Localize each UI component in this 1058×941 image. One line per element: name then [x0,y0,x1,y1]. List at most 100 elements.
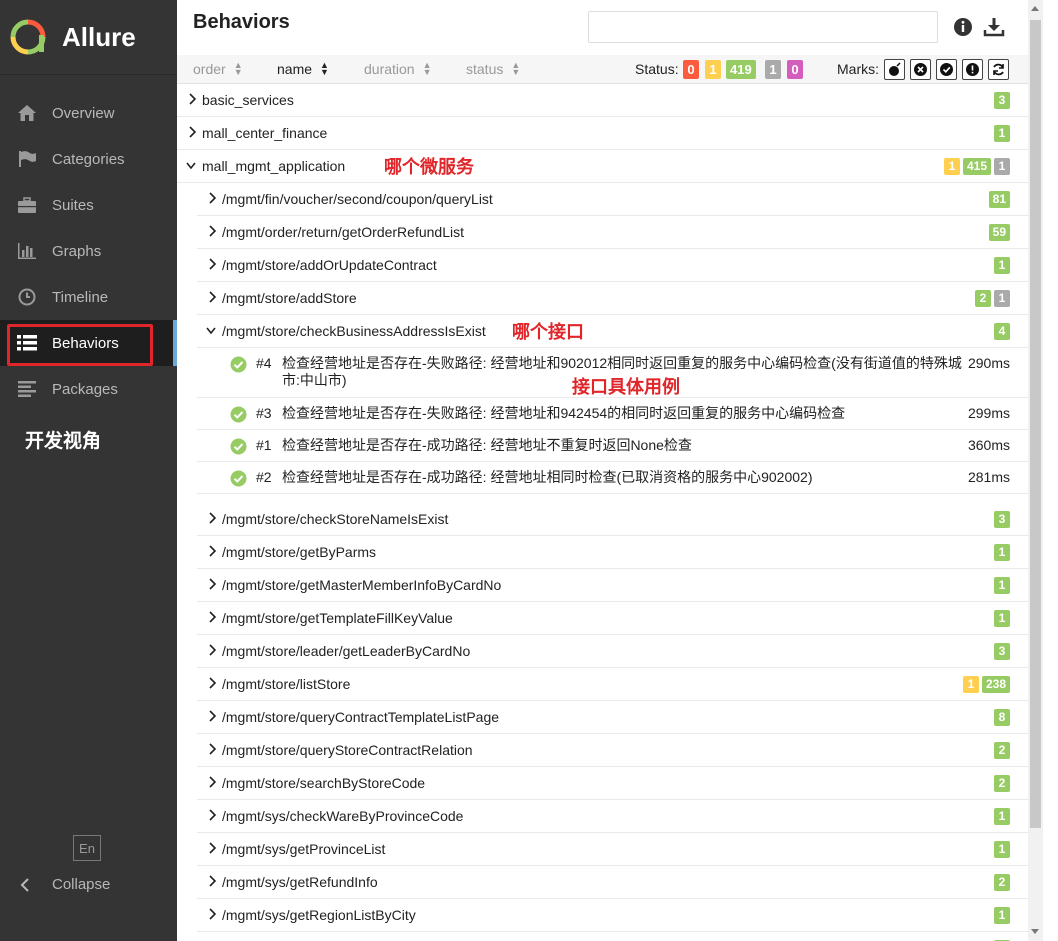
group-label: mall_center_finance [202,125,328,141]
marks-label: Marks: [837,61,879,77]
sort-label: order [193,61,226,77]
sort-label: duration [364,61,415,77]
chevron-down-icon [186,162,196,170]
sidebar-item-label: Categories [52,150,125,168]
passed-check-icon [230,470,247,487]
chevron-right-icon [209,512,217,524]
info-icon[interactable] [952,16,974,38]
sidebar-item-timeline[interactable]: Timeline [0,274,177,320]
status-filter-broken[interactable]: 1 [705,60,721,79]
chevron-right-icon [189,93,197,105]
home-icon [16,103,38,123]
status-filter-failed[interactable]: 0 [683,60,699,79]
endpoint-badges: 1 238 [962,676,1010,693]
passed-check-icon [230,406,247,423]
count-badge-passed: 3 [994,643,1010,660]
status-filter-passed[interactable]: 419 [726,60,756,79]
mark-flaky-icon[interactable] [884,59,905,80]
status-filter-unknown[interactable]: 0 [787,60,803,79]
scroll-thumb[interactable] [1030,20,1041,828]
tree-endpoint-row[interactable]: /mgmt/store/checkBusinessAddressIsExist 哪… [197,315,1028,348]
tree-endpoint-row[interactable]: /mgmt/store/addStore 2 1 [197,282,1028,315]
chevron-right-icon [209,644,217,656]
endpoint-badges: 81 [988,191,1010,208]
chevron-left-icon [20,877,29,892]
collapse-button[interactable]: Collapse [20,876,110,893]
tree-endpoint-row[interactable]: /mgmt/store/searchByStoreCode 2 [197,767,1028,800]
vertical-scrollbar[interactable] [1028,0,1043,941]
language-button[interactable]: En [73,835,101,861]
tree-endpoint-row[interactable]: /mgmt/sys/checkWareByProvinceCode 1 [197,800,1028,833]
tree-group-row[interactable]: mall_center_finance 1 [177,117,1028,150]
endpoint-label: /mgmt/store/checkBusinessAddressIsExist [222,323,486,339]
download-icon[interactable] [983,16,1005,38]
tree-endpoint-row[interactable]: /mgmt/store/leader/getLeaderByCardNo 3 [197,635,1028,668]
sidebar-item-overview[interactable]: Overview [0,90,177,136]
testcase-row[interactable]: #2 检查经营地址是否存在-成功路径: 经营地址相同时检查(已取消资格的服务中心9… [197,462,1028,494]
sort-order[interactable]: order ▲ ▼ [193,61,243,78]
sort-status[interactable]: status ▲ ▼ [466,60,521,78]
tree-endpoint-row[interactable]: /mgmt/store/getMasterMemberInfoByCardNo 1 [197,569,1028,602]
endpoint-label: /mgmt/store/leader/getLeaderByCardNo [222,643,471,659]
scroll-up-icon[interactable] [1031,6,1039,11]
sidebar-item-categories[interactable]: Categories [0,136,177,182]
sort-arrows-icon: ▲ ▼ [511,60,521,77]
endpoint-label: /mgmt/store/addOrUpdateContract [222,257,437,273]
mark-new-broken-icon[interactable] [962,59,983,80]
endpoint-badges: 2 [994,874,1010,891]
tree-endpoint-row[interactable]: /mgmt/store/addOrUpdateContract 1 [197,249,1028,282]
tree-endpoint-row[interactable]: /mgmt/store/queryContractTemplateListPag… [197,701,1028,734]
mark-retries-icon[interactable] [988,59,1009,80]
sidebar-item-packages[interactable]: Packages [0,366,177,412]
sidebar-item-graphs[interactable]: Graphs [0,228,177,274]
count-badge-broken: 1 [943,158,960,175]
passed-check-icon [230,438,247,455]
tree-endpoint-row[interactable]: /mgmt/order/return/getOrderRefundList 59 [197,216,1028,249]
count-badge-skipped: 1 [994,158,1010,175]
tree-endpoint-row[interactable]: /mgmt/store/getByParms 1 [197,536,1028,569]
mark-new-failed-icon[interactable] [910,59,931,80]
tree-endpoint-row[interactable]: /mgmt/sys/getProvinceList 1 [197,833,1028,866]
count-badge-passed: 2 [994,742,1010,759]
tree-endpoint-row[interactable]: /mgmt/sys/getStreetListByDistrictCode2 [197,932,1028,941]
mark-new-passed-icon[interactable] [936,59,957,80]
tree-endpoint-row[interactable]: /mgmt/store/getTemplateFillKeyValue 1 [197,602,1028,635]
count-badge-passed: 4 [994,323,1010,340]
sidebar-item-suites[interactable]: Suites [0,182,177,228]
tree-endpoint-row[interactable]: /mgmt/sys/getRegionListByCity 1 [197,899,1028,932]
endpoint-label: /mgmt/order/return/getOrderRefundList [222,224,464,240]
testcase-duration: 360ms [967,437,1010,453]
chevron-right-icon [209,545,217,557]
scroll-down-icon[interactable] [1031,929,1039,934]
count-badge-skipped: 1 [994,290,1010,307]
status-filter-skipped[interactable]: 1 [765,60,781,79]
annotation-testcases: 接口具体用例 [572,377,680,397]
testcase-duration: 290ms [967,355,1010,371]
flag-icon [16,149,38,169]
sort-duration[interactable]: duration ▲ ▼ [364,61,432,78]
tree-group-row[interactable]: basic_services 3 [177,84,1028,117]
group-label: mall_mgmt_application [202,158,346,174]
endpoint-label: /mgmt/store/addStore [222,290,357,306]
tree-group-row[interactable]: mall_mgmt_application 哪个微服务 1 415 1 [177,150,1028,183]
endpoint-badges: 3 [994,511,1010,528]
tree-endpoint-row[interactable]: /mgmt/fin/voucher/second/coupon/queryLis… [197,183,1028,216]
endpoint-badges: 4 [994,323,1010,340]
tree-endpoint-row[interactable]: /mgmt/sys/getRefundInfo 2 [197,866,1028,899]
tree-endpoint-row[interactable]: /mgmt/store/queryStoreContractRelation 2 [197,734,1028,767]
search-input[interactable] [588,11,938,43]
brand[interactable]: Allure [0,0,177,75]
testcase-row[interactable]: #3 检查经营地址是否存在-失败路径: 经营地址和942454的相同时返回重复的服… [197,398,1028,430]
count-badge-passed: 238 [981,676,1010,693]
sidebar-item-label: Timeline [52,288,109,306]
passed-check-icon [230,356,247,373]
tree-endpoint-row[interactable]: /mgmt/store/checkStoreNameIsExist 3 [197,503,1028,536]
chevron-right-icon [209,776,217,788]
header: Behaviors [177,0,1028,55]
group-badges: 3 [994,92,1010,109]
endpoint-label: /mgmt/store/listStore [222,676,351,692]
count-badge-passed: 1 [994,841,1010,858]
tree-endpoint-row[interactable]: /mgmt/store/listStore 1 238 [197,668,1028,701]
sort-name[interactable]: name ▲ ▼ [277,61,329,78]
testcase-row[interactable]: #1 检查经营地址是否存在-成功路径: 经营地址不重复时返回None检查 360ms [197,430,1028,462]
